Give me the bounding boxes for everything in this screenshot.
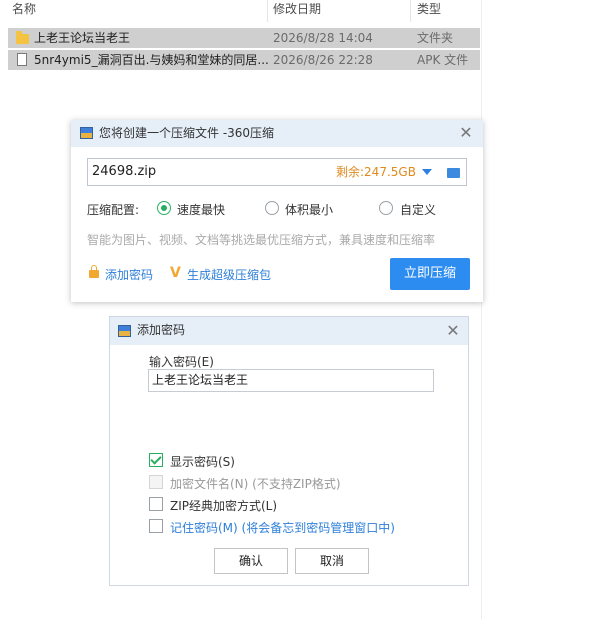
compress-now-button[interactable]: 立即压缩 <box>390 258 470 290</box>
compress-dialog: 您将创建一个压缩文件 -360压缩 ✕ 24698.zip 剩余:247.5GB… <box>71 120 483 302</box>
password-dialog: 添加密码 ✕ 输入密码(E) 上老王论坛当老王 显示密码(S) 加密文件名(N)… <box>109 316 469 586</box>
compress-dialog-title: 您将创建一个压缩文件 -360压缩 <box>99 126 275 140</box>
checkbox-encrypt-filenames: 加密文件名(N) (不支持ZIP格式) <box>149 474 369 491</box>
file-type: 文件夹 <box>417 31 454 45</box>
radio-fastest[interactable] <box>157 201 171 215</box>
file-row-folder[interactable]: 上老王论坛当老王 2026/8/28 14:04 文件夹 <box>8 28 480 48</box>
password-value: 上老王论坛当老王 <box>152 373 249 387</box>
vip-icon: V <box>170 265 181 281</box>
file-modified: 2026/8/26 22:28 <box>273 53 373 67</box>
pane-divider <box>481 0 482 619</box>
column-separator[interactable] <box>410 0 411 22</box>
option-label: 速度最快 <box>177 203 226 217</box>
option-label: 体积最小 <box>285 203 334 217</box>
super-package-link[interactable]: V 生成超级压缩包 <box>170 265 280 282</box>
free-space-text: 剩余:247.5GB <box>336 165 416 179</box>
option-custom[interactable]: 自定义 <box>379 200 449 217</box>
password-dialog-titlebar[interactable]: 添加密码 ✕ <box>110 317 468 345</box>
column-header-modified[interactable]: 修改日期 <box>273 0 321 22</box>
checkbox-box[interactable] <box>149 453 163 467</box>
folder-icon <box>16 31 29 44</box>
file-icon <box>17 53 27 66</box>
archive-filename[interactable]: 24698.zip <box>92 159 156 185</box>
checkbox-show-password[interactable]: 显示密码(S) <box>149 452 269 469</box>
file-modified: 2026/8/28 14:04 <box>273 31 373 45</box>
checkbox-label: 加密文件名(N) (不支持ZIP格式) <box>170 477 341 491</box>
super-package-label: 生成超级压缩包 <box>187 268 272 282</box>
archive-path-field[interactable]: 24698.zip 剩余:247.5GB <box>87 158 467 186</box>
radio-custom[interactable] <box>379 201 393 215</box>
file-name: 上老王论坛当老王 <box>34 31 131 45</box>
checkbox-box[interactable] <box>149 497 163 511</box>
checkbox-label: ZIP经典加密方式(L) <box>170 499 278 513</box>
checkbox-remember-password[interactable]: 记住密码(M) (将会备忘到密码管理窗口中) <box>149 518 419 535</box>
config-label: 压缩配置: <box>87 203 140 217</box>
checkbox-box <box>149 475 163 489</box>
archive-app-icon <box>118 325 131 337</box>
compress-dialog-titlebar[interactable]: 您将创建一个压缩文件 -360压缩 ✕ <box>71 120 483 147</box>
file-name: 5nr4ymi5_漏洞百出.与姨妈和堂妹的同居... <box>34 53 269 67</box>
option-smallest[interactable]: 体积最小 <box>265 200 345 217</box>
file-type: APK 文件 <box>417 53 469 67</box>
compression-hint: 智能为图片、视频、文档等挑选最优压缩方式，兼具速度和压缩率 <box>87 233 436 247</box>
checkbox-zip-classic[interactable]: ZIP经典加密方式(L) <box>149 496 299 513</box>
add-password-label: 添加密码 <box>105 268 154 282</box>
radio-smallest[interactable] <box>265 201 279 215</box>
checkbox-label: 记住密码(M) (将会备忘到密码管理窗口中) <box>170 521 395 535</box>
chevron-down-icon[interactable] <box>422 169 432 175</box>
column-header-type[interactable]: 类型 <box>417 0 441 22</box>
checkbox-box[interactable] <box>149 519 163 533</box>
lock-icon <box>89 265 99 278</box>
browse-folder-icon[interactable] <box>447 168 460 178</box>
password-dialog-title: 添加密码 <box>137 323 186 337</box>
checkbox-label: 显示密码(S) <box>170 455 235 469</box>
option-fastest[interactable]: 速度最快 <box>157 200 237 217</box>
cancel-button[interactable]: 取消 <box>295 548 369 574</box>
file-row-apk[interactable]: 5nr4ymi5_漏洞百出.与姨妈和堂妹的同居... 2026/8/26 22:… <box>8 50 480 70</box>
column-separator[interactable] <box>267 0 268 22</box>
archive-app-icon <box>80 127 93 139</box>
close-icon[interactable]: ✕ <box>446 323 460 339</box>
close-icon[interactable]: ✕ <box>459 125 473 141</box>
option-label: 自定义 <box>400 203 437 217</box>
add-password-link[interactable]: 添加密码 <box>89 265 161 282</box>
password-input[interactable]: 上老王论坛当老王 <box>148 369 434 392</box>
password-input-label: 输入密码(E) <box>149 355 214 369</box>
column-header-name[interactable]: 名称 <box>12 0 36 22</box>
ok-button[interactable]: 确认 <box>214 548 288 574</box>
